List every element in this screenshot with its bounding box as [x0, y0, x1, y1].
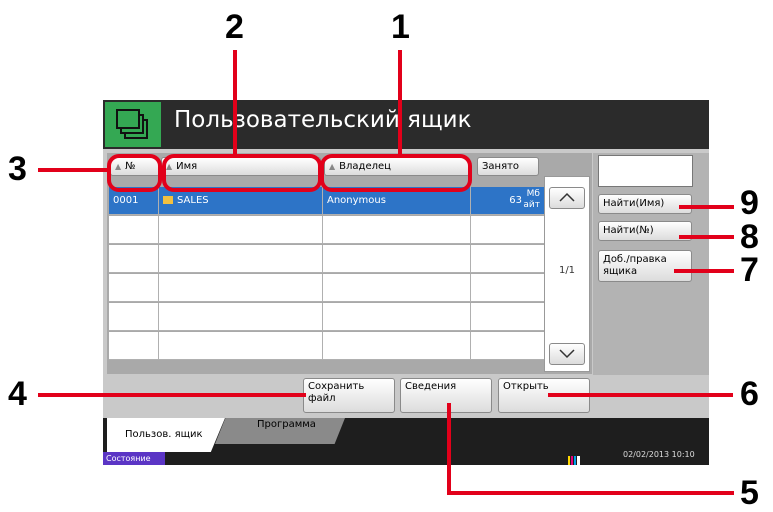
- tab-user-box[interactable]: Пользов. ящик: [107, 418, 225, 452]
- callout-oval-3: [107, 154, 162, 192]
- callout-number-9: 9: [740, 184, 759, 222]
- datetime: 02/02/2013 10:10: [623, 450, 695, 459]
- row-cell: [109, 216, 159, 244]
- chevron-up-icon: [559, 192, 575, 202]
- row-cell: [109, 274, 159, 302]
- save-label-2: файл: [308, 393, 336, 404]
- callout-line-2: [233, 50, 237, 156]
- callout-number-8: 8: [740, 218, 759, 256]
- callout-number-2: 2: [225, 8, 244, 46]
- table-row[interactable]: [109, 303, 544, 331]
- callout-oval-2: [162, 154, 322, 192]
- callout-line-4: [38, 393, 306, 397]
- callout-line-7: [674, 269, 734, 273]
- row-cell: [109, 332, 159, 360]
- callout-number-4: 4: [8, 375, 27, 413]
- chevron-down-icon: [559, 349, 575, 359]
- scroll-down-button[interactable]: [549, 343, 585, 365]
- callout-line-5b: [447, 491, 734, 495]
- row-used-unit-2: айт: [523, 200, 540, 210]
- row-cell: [323, 303, 471, 331]
- row-cell: [159, 332, 323, 360]
- row-cell: [323, 274, 471, 302]
- row-cell: [159, 303, 323, 331]
- page-indicator: 1/1: [558, 265, 576, 276]
- callout-line-6: [548, 393, 733, 397]
- find-by-number-button[interactable]: Найти(№): [598, 221, 692, 241]
- details-button[interactable]: Сведения: [400, 378, 492, 413]
- callout-number-1: 1: [391, 8, 410, 46]
- callout-line-8: [679, 235, 734, 239]
- callout-line-3: [38, 168, 108, 172]
- table-row[interactable]: [109, 332, 544, 360]
- save-file-button[interactable]: Сохранить файл: [303, 378, 395, 413]
- folder-icon: [163, 196, 173, 204]
- row-cell: [109, 245, 159, 273]
- callout-line-5a: [447, 403, 451, 495]
- scroll-up-button[interactable]: [549, 187, 585, 209]
- callout-number-7: 7: [740, 251, 759, 289]
- callout-line-1: [398, 50, 402, 156]
- callout-number-5: 5: [740, 474, 759, 512]
- toner-level-icon: [568, 453, 582, 465]
- table-row[interactable]: [109, 216, 544, 244]
- row-used: 63 Мб айт: [471, 187, 544, 215]
- page-title: Пользовательский ящик: [174, 107, 472, 133]
- row-cell: [323, 245, 471, 273]
- box-stack-icon: [105, 102, 161, 147]
- save-label-1: Сохранить: [308, 381, 365, 392]
- scroll-column: 1/1: [544, 176, 590, 372]
- row-used-value: 63: [509, 195, 522, 206]
- row-cell: [323, 332, 471, 360]
- search-input[interactable]: [598, 155, 693, 187]
- header-used-label: Занято: [482, 161, 520, 172]
- callout-oval-1: [320, 154, 472, 192]
- callout-number-6: 6: [740, 375, 759, 413]
- callout-number-3: 3: [8, 150, 27, 188]
- row-cell: [109, 303, 159, 331]
- status-button[interactable]: Состояние: [103, 452, 165, 465]
- add-edit-label-1: Доб./правка: [603, 254, 667, 265]
- row-cell: [159, 274, 323, 302]
- add-edit-box-button[interactable]: Доб./правка ящика: [598, 250, 692, 282]
- sort-used-button[interactable]: Занято: [477, 157, 539, 176]
- row-name-text: SALES: [177, 195, 209, 206]
- row-cell: [159, 216, 323, 244]
- row-cell: [159, 245, 323, 273]
- tab-program[interactable]: Программа: [215, 418, 345, 444]
- row-cell: [323, 216, 471, 244]
- find-by-name-button[interactable]: Найти(Имя): [598, 194, 692, 214]
- table-row[interactable]: [109, 274, 544, 302]
- callout-line-9: [679, 205, 734, 209]
- table-row[interactable]: [109, 245, 544, 273]
- status-bar: [103, 452, 709, 465]
